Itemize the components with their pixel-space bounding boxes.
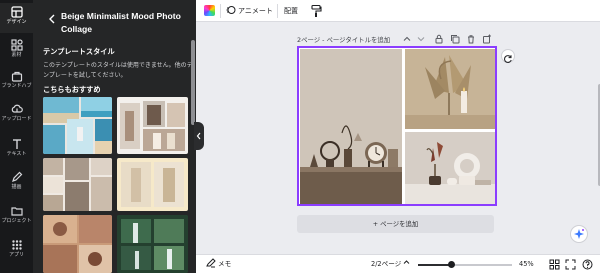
waterfall-collage-thumbnail: [117, 215, 188, 273]
pen-icon: [11, 171, 22, 182]
template-title: Beige Minimalist Mood Photo Collage: [61, 11, 181, 34]
template-style-description: このテンプレートのスタイルは使用できません。他のテンプレートを試してください。: [43, 62, 193, 79]
collage-photo-vases[interactable]: [405, 132, 495, 204]
rail-item-label: プロジェクト: [1, 218, 32, 224]
toolbar-divider: [277, 4, 278, 18]
rail-item-design[interactable]: デザイン: [0, 3, 33, 33]
zoom-slider-handle[interactable]: [448, 261, 456, 268]
vases-photo: [405, 132, 495, 204]
beach-collage-thumbnail: [43, 97, 112, 154]
chevron-down-icon[interactable]: [416, 34, 426, 44]
rail-item-draw[interactable]: 描画: [0, 168, 33, 198]
collage-photo-dried-palm[interactable]: [405, 49, 495, 129]
refresh-button[interactable]: [501, 49, 515, 63]
sparkle-icon: [574, 229, 584, 239]
panel-header: Beige Minimalist Mood Photo Collage: [33, 6, 196, 36]
magic-assistant-button[interactable]: [570, 225, 588, 243]
notes-button[interactable]: メモ: [206, 257, 231, 271]
page-title-field[interactable]: 2ページ - ページタイトルを追加: [297, 35, 390, 44]
left-icon-rail: デザイン 素材 ブランドハブ アップロード テキスト 描画 プロジェクト アプリ: [0, 0, 33, 273]
panel-scrollbar[interactable]: [191, 40, 195, 125]
lock-icon[interactable]: [434, 34, 444, 44]
chevron-up-icon[interactable]: [402, 34, 412, 44]
rail-item-label: アプリ: [8, 252, 24, 258]
folder-icon: [10, 207, 23, 216]
friends-collage-thumbnail: [120, 101, 185, 151]
trash-icon[interactable]: [466, 34, 476, 44]
collage-photo-still-life[interactable]: [300, 49, 402, 204]
fullscreen-icon[interactable]: [565, 259, 576, 270]
dried-palm-photo: [405, 49, 495, 129]
color-picker-button[interactable]: [204, 5, 215, 16]
add-page-icon[interactable]: [482, 34, 492, 44]
zoom-slider[interactable]: [418, 264, 512, 266]
text-icon: [12, 139, 21, 149]
zoom-level[interactable]: 45%: [519, 257, 534, 271]
help-icon[interactable]: [582, 259, 593, 270]
rail-item-label: 描画: [11, 184, 22, 190]
rail-item-brand-hub[interactable]: ブランドハブ: [0, 67, 33, 97]
brand-icon: [11, 71, 22, 82]
add-page-button[interactable]: + ページを追加: [297, 215, 494, 233]
chevron-left-icon: [196, 132, 201, 140]
position-button[interactable]: 配置: [284, 3, 298, 19]
rail-item-text[interactable]: テキスト: [0, 135, 33, 165]
notes-label: メモ: [218, 260, 232, 268]
bottom-bar: メモ 2/2ページ 45%: [196, 254, 600, 273]
grid-view-icon[interactable]: [549, 259, 560, 270]
recommended-heading: こちらもおすすめ: [43, 85, 101, 94]
still-life-photo: [300, 49, 402, 204]
fashion-collage-thumbnail: [121, 162, 184, 207]
canva-editor: デザイン 素材 ブランドハブ アップロード テキスト 描画 プロジェクト アプリ…: [0, 0, 600, 273]
rail-item-label: デザイン: [6, 19, 27, 25]
template-thumbnail[interactable]: [43, 215, 112, 273]
rail-item-label: 素材: [11, 52, 22, 58]
mood-collage-thumbnail: [43, 158, 112, 211]
rail-item-projects[interactable]: プロジェクト: [0, 202, 33, 232]
rail-item-label: テキスト: [6, 151, 27, 157]
collapse-panel-button[interactable]: [194, 122, 204, 150]
notes-icon: [206, 258, 216, 268]
template-thumbnail[interactable]: [43, 158, 112, 211]
design-page[interactable]: [297, 46, 497, 206]
paint-roller-icon[interactable]: [310, 4, 322, 18]
rail-item-uploads[interactable]: アップロード: [0, 100, 33, 130]
cloud-upload-icon: [11, 104, 23, 113]
animate-button[interactable]: アニメート: [226, 3, 273, 19]
rail-item-apps[interactable]: アプリ: [0, 236, 33, 266]
zoom-slider-fill: [418, 264, 452, 266]
toolbar-divider: [220, 4, 221, 18]
template-thumbnail[interactable]: [117, 215, 188, 273]
rail-item-label: ブランドハブ: [1, 83, 32, 89]
layout-icon: [10, 6, 23, 18]
animate-label: アニメート: [238, 7, 273, 15]
refresh-icon: [504, 55, 512, 63]
template-thumbnail[interactable]: [43, 97, 112, 154]
rail-item-elements[interactable]: 素材: [0, 36, 33, 66]
pages-button[interactable]: 2/2ページ: [371, 257, 410, 271]
shapes-icon: [10, 39, 23, 51]
pages-label: 2/2ページ: [371, 260, 402, 268]
template-thumbnail[interactable]: [117, 97, 188, 154]
animate-icon: [226, 6, 236, 14]
duplicate-icon[interactable]: [450, 34, 460, 44]
top-toolbar: アニメート 配置: [196, 0, 600, 22]
chevron-up-icon: [404, 260, 410, 264]
template-style-heading: テンプレートスタイル: [43, 47, 115, 56]
back-arrow-icon[interactable]: [46, 12, 58, 26]
template-panel: Beige Minimalist Mood Photo Collage テンプレ…: [33, 0, 196, 273]
template-thumbnail[interactable]: [117, 158, 188, 211]
portrait-collage-thumbnail: [43, 215, 112, 273]
canvas-area: 2ページ - ページタイトルを追加 + ページを追加: [204, 22, 600, 254]
rail-item-label: アップロード: [1, 116, 32, 122]
apps-grid-icon: [11, 240, 22, 250]
